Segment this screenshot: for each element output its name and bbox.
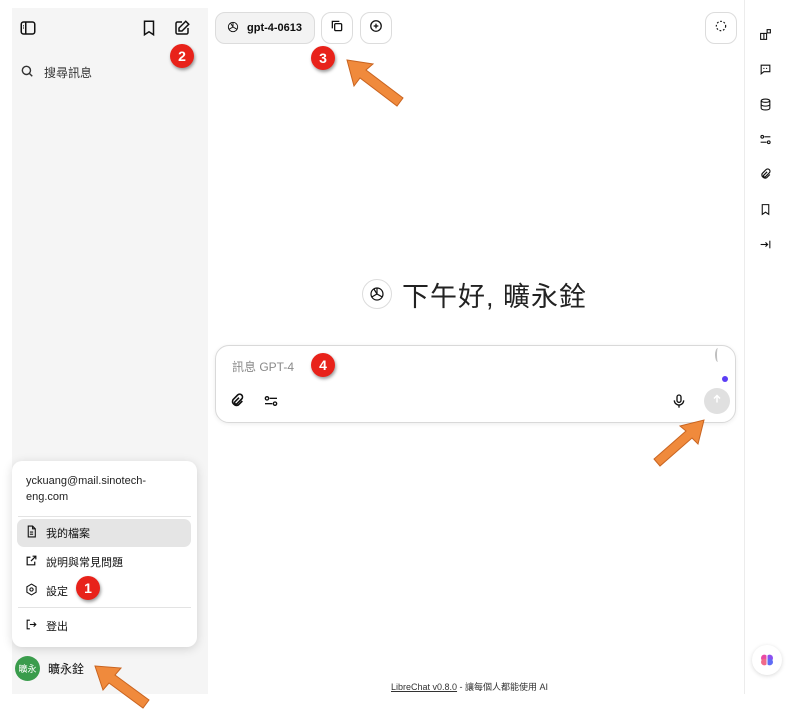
gear-icon xyxy=(25,583,38,599)
logout-icon xyxy=(25,618,38,634)
openai-logo-icon xyxy=(362,279,392,309)
tools-sliders-icon[interactable] xyxy=(260,390,282,412)
menu-item-label: 說明與常見問題 xyxy=(46,557,123,569)
annotation-arrow-send xyxy=(653,419,705,467)
brain-icon xyxy=(761,654,773,666)
parameters-sliders-icon[interactable] xyxy=(756,130,774,148)
account-menu: yckuang@mail.sinotech-eng.com 我的檔案 說明與常見… xyxy=(12,461,197,647)
menu-divider xyxy=(18,607,191,608)
add-model-button[interactable] xyxy=(360,12,392,44)
temporary-chat-button[interactable] xyxy=(705,12,737,44)
menu-divider xyxy=(18,516,191,517)
bookmark-icon[interactable] xyxy=(756,200,774,218)
menu-item-my-files[interactable]: 我的檔案 xyxy=(17,519,191,547)
brain-helper-button[interactable] xyxy=(752,645,782,675)
prompts-icon[interactable] xyxy=(756,60,774,78)
openai-logo-icon xyxy=(226,20,240,37)
send-button[interactable] xyxy=(704,388,730,414)
message-input[interactable] xyxy=(232,358,702,376)
memory-database-icon[interactable] xyxy=(756,95,774,113)
menu-item-logout[interactable]: 登出 xyxy=(17,612,191,640)
right-panel-divider xyxy=(744,0,745,694)
file-icon xyxy=(25,525,38,541)
version-link[interactable]: LibreChat v0.8.0 xyxy=(391,682,457,692)
attachment-icon[interactable] xyxy=(756,165,774,183)
annotation-arrow-user xyxy=(94,665,150,709)
footer-tagline: - 讓每個人都能使用 AI xyxy=(457,682,549,692)
external-link-icon xyxy=(25,554,38,570)
menu-item-help-faq[interactable]: 說明與常見問題 xyxy=(17,548,191,576)
status-dot xyxy=(722,376,728,382)
menu-item-label: 登出 xyxy=(46,621,68,633)
copy-conversation-button[interactable] xyxy=(321,12,353,44)
arrow-up-icon xyxy=(711,392,723,410)
collapse-panel-icon[interactable] xyxy=(756,235,774,253)
app-window: 搜尋訊息 yckuang@mail.sinotech-eng.com 我的檔案 … xyxy=(0,0,794,720)
annotation-badge-1: 1 xyxy=(76,576,100,600)
menu-item-settings[interactable]: 設定 xyxy=(17,577,191,605)
search-placeholder: 搜尋訊息 xyxy=(44,65,93,80)
annotation-arrow-topbar xyxy=(346,59,404,107)
new-chat-edit-icon[interactable] xyxy=(168,14,196,42)
avatar: 曠永 xyxy=(15,655,40,681)
plus-circle-icon xyxy=(369,19,383,38)
attach-file-icon[interactable] xyxy=(226,390,248,412)
copy-icon xyxy=(330,19,344,38)
bookmark-icon[interactable] xyxy=(135,14,163,42)
search-icon xyxy=(20,64,34,81)
model-label: gpt-4-0613 xyxy=(247,22,303,34)
annotation-badge-2: 2 xyxy=(170,44,194,68)
message-composer xyxy=(215,345,736,423)
sidebar-toggle-icon[interactable] xyxy=(14,14,42,42)
account-email: yckuang@mail.sinotech-eng.com xyxy=(26,475,146,503)
menu-item-label: 我的檔案 xyxy=(46,528,90,540)
agents-icon[interactable] xyxy=(756,25,774,43)
dashed-circle-icon xyxy=(714,19,728,38)
greeting: 下午好, 曠永銓 xyxy=(362,276,587,312)
user-account-button[interactable]: 曠永 曠永銓 xyxy=(15,655,85,681)
user-name: 曠永銓 xyxy=(48,661,85,676)
menu-item-label: 設定 xyxy=(46,586,68,598)
annotation-badge-3: 3 xyxy=(311,46,335,70)
microphone-icon[interactable] xyxy=(668,390,690,412)
greeting-text: 下午好, 曠永銓 xyxy=(402,281,588,312)
annotation-badge-4: 4 xyxy=(311,353,335,377)
footer: LibreChat v0.8.0 - 讓每個人都能使用 AI xyxy=(391,680,548,693)
drag-handle xyxy=(715,348,721,362)
model-selector-button[interactable]: gpt-4-0613 xyxy=(215,12,315,44)
